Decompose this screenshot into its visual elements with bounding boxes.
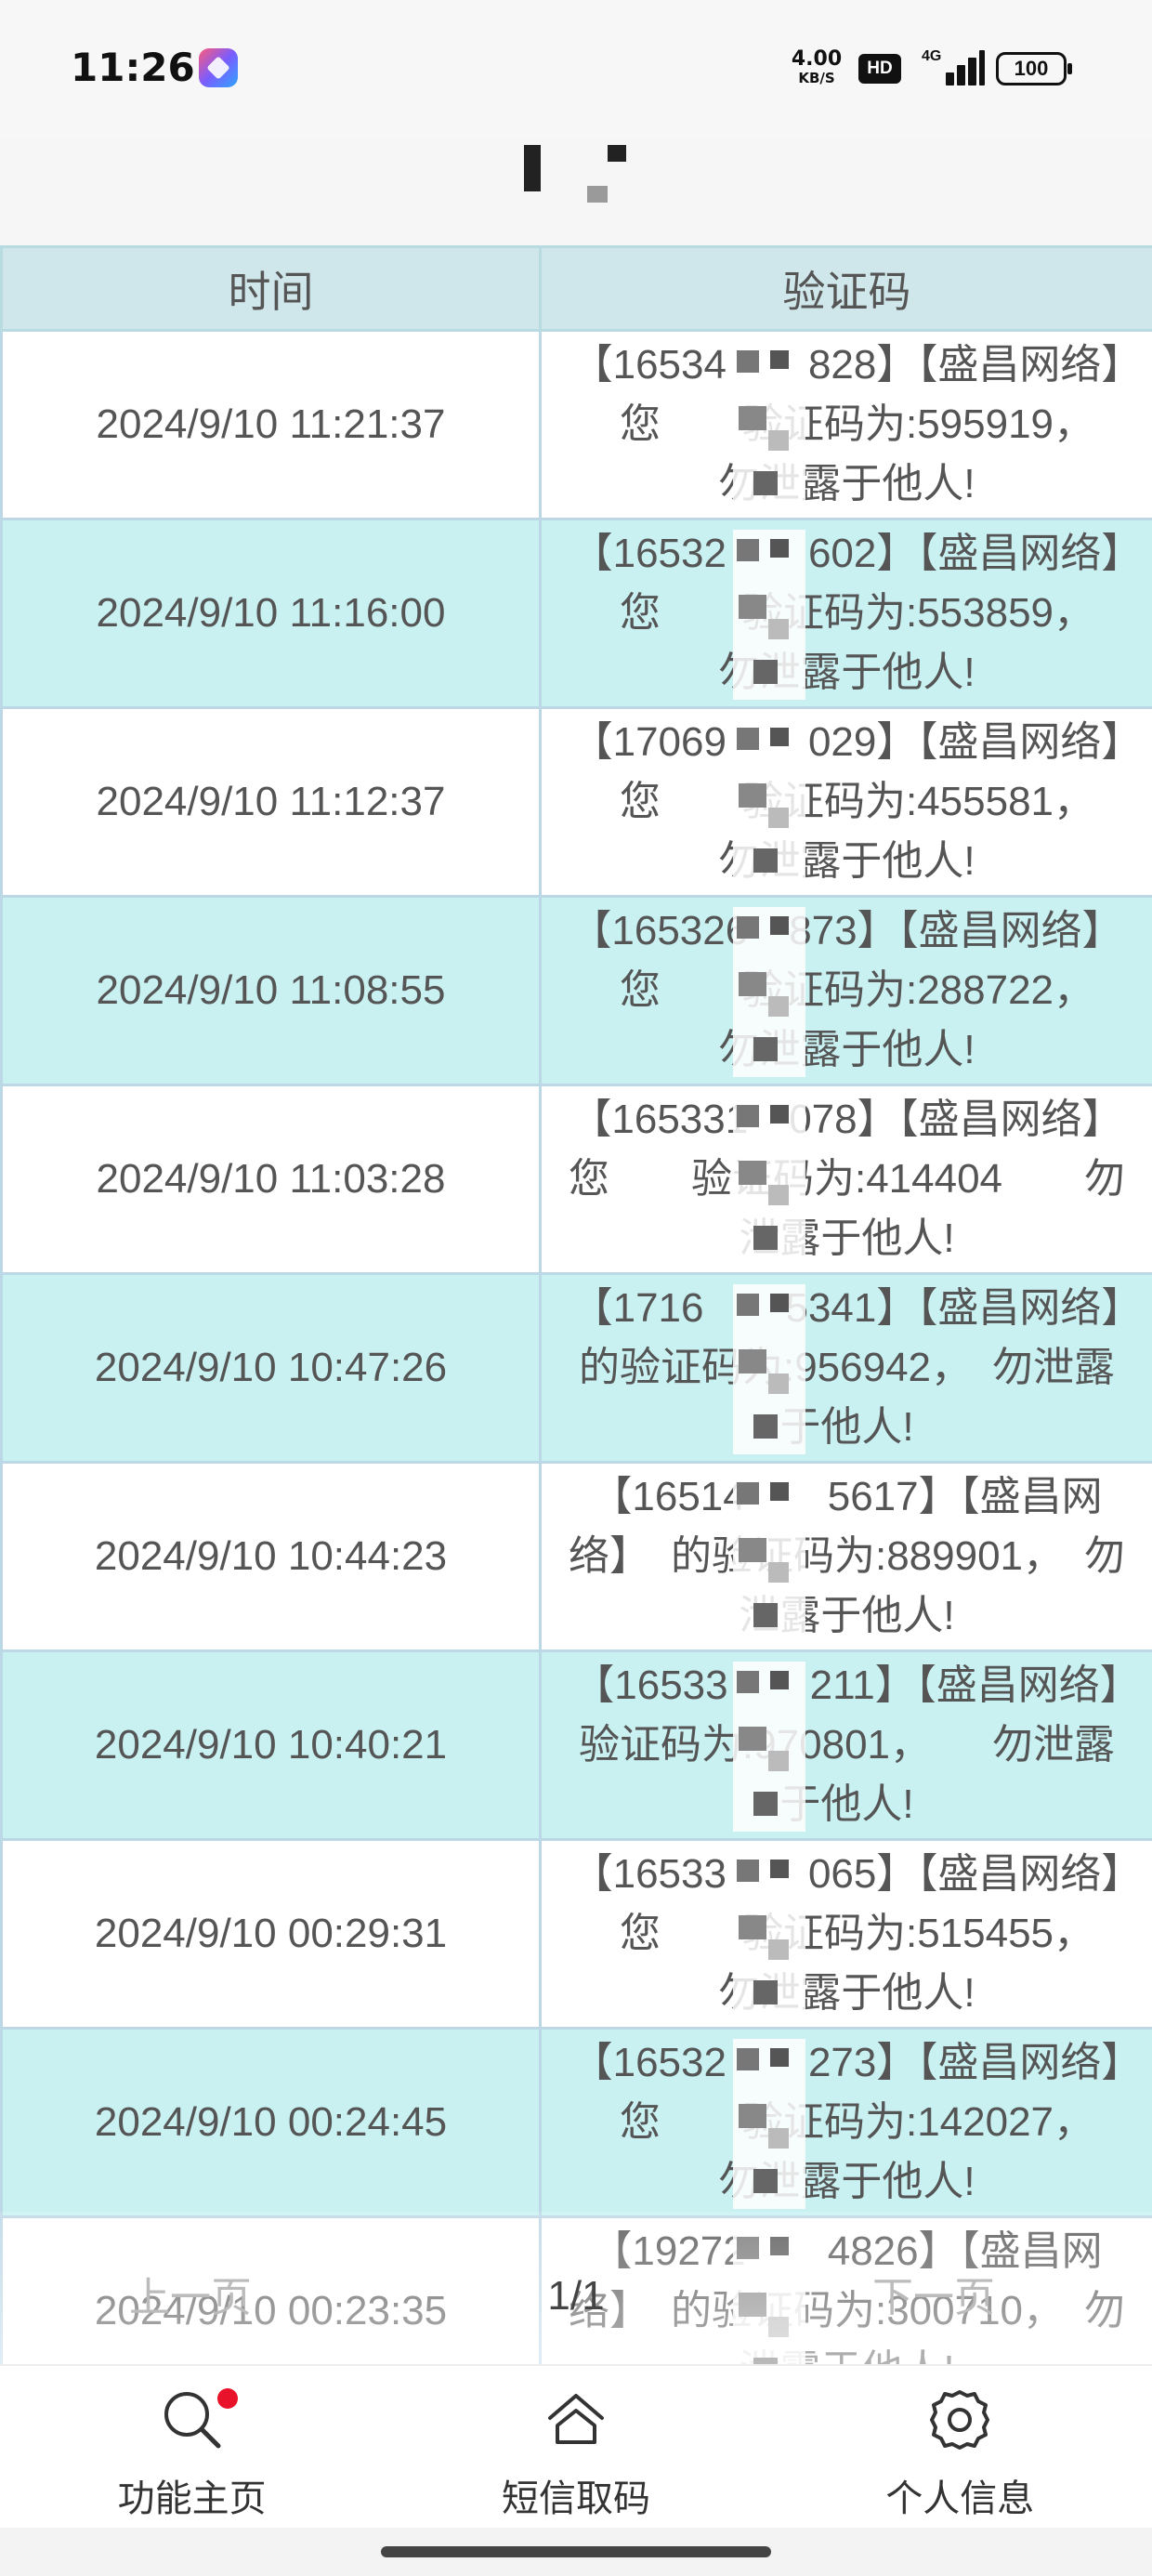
table-row[interactable]: 2024/9/10 00:24:45 【16532 273】【盛昌网络】您 验证码… bbox=[0, 2027, 1152, 2218]
row-code-text: 【16533 065】【盛昌网络】您 验证码为:515455， 勿泄露于他人! bbox=[571, 1851, 1152, 2016]
hd-icon: HD bbox=[858, 54, 901, 84]
app-notification-icon bbox=[199, 48, 238, 87]
row-code[interactable]: 【16532 273】【盛昌网络】您 验证码为:142027， 勿泄露于他人! bbox=[539, 2027, 1152, 2218]
network-speed-value: 4.00 bbox=[791, 47, 843, 71]
row-code[interactable]: 【16533 065】【盛昌网络】您 验证码为:515455， 勿泄露于他人! bbox=[539, 1838, 1152, 2030]
row-code-text: 【165331 078】【盛昌网络】您 验证码为:414404 勿泄露于他人! bbox=[568, 1097, 1126, 1261]
redaction-mask bbox=[733, 1662, 805, 1832]
row-time: 2024/9/10 10:47:26 bbox=[0, 1272, 542, 1464]
row-code-text: 【16532 602】【盛昌网络】您 验证码为:553859， 勿泄露于他人! bbox=[571, 531, 1152, 695]
row-code-text: 【1716 5341】【盛昌网络】 的验证码为:956942， 勿泄露于他人! bbox=[571, 1285, 1152, 1450]
row-time: 2024/9/10 11:03:28 bbox=[0, 1084, 542, 1275]
network-speed: 4.00 KB/S bbox=[786, 47, 847, 87]
network-type: 4G bbox=[922, 48, 942, 64]
row-code[interactable]: 【16514 5617】【盛昌网络】 的验证码为:889901， 勿泄露于他人! bbox=[539, 1461, 1152, 1652]
redaction-mask bbox=[733, 341, 805, 511]
redaction-mask bbox=[733, 1096, 805, 1266]
redaction-mask bbox=[733, 530, 805, 700]
table-row[interactable]: 2024/9/10 10:44:23 【16514 5617】【盛昌网络】 的验证… bbox=[0, 1461, 1152, 1652]
table-row[interactable]: 2024/9/10 11:16:00 【16532 602】【盛昌网络】您 验证码… bbox=[0, 518, 1152, 709]
page-indicator: 1/1 bbox=[547, 2273, 605, 2319]
row-code[interactable]: 【16532 602】【盛昌网络】您 验证码为:553859， 勿泄露于他人! bbox=[539, 518, 1152, 709]
table-header-row: 时间 验证码 bbox=[0, 245, 1152, 332]
row-code[interactable]: 【165331 078】【盛昌网络】您 验证码为:414404 勿泄露于他人! bbox=[539, 1084, 1152, 1275]
nav-item-sms-code[interactable]: 短信取码 bbox=[384, 2366, 767, 2528]
signal-icon: 4G bbox=[922, 48, 985, 85]
header-time: 时间 bbox=[0, 245, 542, 332]
row-code-text: 【16532 273】【盛昌网络】您 验证码为:142027， 勿泄露于他人! bbox=[571, 2040, 1152, 2204]
home-indicator[interactable] bbox=[381, 2546, 771, 2557]
table-row[interactable]: 2024/9/10 11:21:37 【16534 828】【盛昌网络】您 验证码… bbox=[0, 329, 1152, 520]
row-time: 2024/9/10 11:08:55 bbox=[0, 895, 542, 1086]
redaction-mask bbox=[733, 907, 805, 1077]
prev-page-button[interactable]: 上一页 bbox=[37, 2228, 344, 2359]
nav-label-sms-code: 短信取码 bbox=[501, 2478, 650, 2519]
network-speed-unit: KB/S bbox=[798, 70, 835, 86]
redaction-mask bbox=[733, 2039, 805, 2209]
table-row[interactable]: 2024/9/10 11:08:55 【165326 873】【盛昌网络】您 验证… bbox=[0, 895, 1152, 1086]
row-code-text: 【16534 828】【盛昌网络】您 验证码为:595919， 勿泄露于他人! bbox=[571, 342, 1152, 506]
table-row[interactable]: 2024/9/10 10:47:26【1716 5341】【盛昌网络】 的验证码… bbox=[0, 1272, 1152, 1464]
redaction-mask bbox=[733, 718, 805, 888]
page-title-redacted bbox=[520, 139, 641, 204]
row-code-text: 【16533 211】【盛昌网络】 验证码为:970801， 勿泄露于他人! bbox=[573, 1663, 1152, 1827]
row-time: 2024/9/10 00:24:45 bbox=[0, 2027, 542, 2218]
row-code[interactable]: 【17069 029】【盛昌网络】您 验证码为:455581， 勿泄露于他人! bbox=[539, 706, 1152, 898]
table-row[interactable]: 2024/9/10 00:29:31 【16533 065】【盛昌网络】您 验证码… bbox=[0, 1838, 1152, 2030]
nav-label-home: 功能主页 bbox=[117, 2478, 267, 2519]
row-time: 2024/9/10 11:16:00 bbox=[0, 518, 542, 709]
sms-code-table[interactable]: 时间 验证码 2024/9/10 11:21:37 【16534 828】【盛昌网… bbox=[0, 245, 1152, 2364]
nav-label-profile: 个人信息 bbox=[885, 2478, 1035, 2519]
row-time: 2024/9/10 00:29:31 bbox=[0, 1838, 542, 2030]
row-time: 2024/9/10 11:12:37 bbox=[0, 706, 542, 898]
status-bar: 11:26 4.00 KB/S HD 4G 100 bbox=[0, 0, 1152, 139]
row-code-text: 【17069 029】【盛昌网络】您 验证码为:455581， 勿泄露于他人! bbox=[571, 719, 1152, 884]
row-time: 2024/9/10 10:44:23 bbox=[0, 1461, 542, 1652]
table-row[interactable]: 2024/9/10 11:03:28 【165331 078】【盛昌网络】您 验证… bbox=[0, 1084, 1152, 1275]
table-row[interactable]: 2024/9/10 11:12:37 【17069 029】【盛昌网络】您 验证码… bbox=[0, 706, 1152, 898]
row-code-text: 【16514 5617】【盛昌网络】 的验证码为:889901， 勿泄露于他人! bbox=[568, 1474, 1126, 1638]
notification-dot bbox=[217, 2388, 238, 2409]
row-code[interactable]: 【165326 873】【盛昌网络】您 验证码为:288722， 勿泄露于他人! bbox=[539, 895, 1152, 1086]
status-time: 11:26 bbox=[71, 45, 195, 90]
row-time: 2024/9/10 10:40:21 bbox=[0, 1649, 542, 1841]
row-code[interactable]: 【16534 828】【盛昌网络】您 验证码为:595919， 勿泄露于他人! bbox=[539, 329, 1152, 520]
search-icon bbox=[164, 2392, 221, 2449]
redaction-mask bbox=[733, 1284, 805, 1454]
row-code[interactable]: 【16533 211】【盛昌网络】 验证码为:970801， 勿泄露于他人! bbox=[539, 1649, 1152, 1841]
row-code[interactable]: 【1716 5341】【盛昌网络】 的验证码为:956942， 勿泄露于他人! bbox=[539, 1272, 1152, 1464]
gear-icon bbox=[930, 2390, 990, 2450]
table-row[interactable]: 2024/9/10 10:40:21【16533 211】【盛昌网络】 验证码为… bbox=[0, 1649, 1152, 1841]
nav-item-profile[interactable]: 个人信息 bbox=[768, 2366, 1152, 2528]
redaction-mask bbox=[733, 1473, 805, 1643]
battery-icon: 100 bbox=[996, 52, 1072, 85]
bottom-nav: 功能主页 短信取码 个人信息 bbox=[0, 2364, 1152, 2528]
row-code-text: 【165326 873】【盛昌网络】您 验证码为:288722， 勿泄露于他人! bbox=[570, 908, 1152, 1072]
row-time: 2024/9/10 11:21:37 bbox=[0, 329, 542, 520]
header-code: 验证码 bbox=[539, 245, 1152, 332]
nav-item-home[interactable]: 功能主页 bbox=[0, 2366, 384, 2528]
home-icon bbox=[547, 2394, 604, 2444]
redaction-mask bbox=[733, 1850, 805, 2020]
next-page-button[interactable]: 下一页 bbox=[780, 2228, 1087, 2359]
